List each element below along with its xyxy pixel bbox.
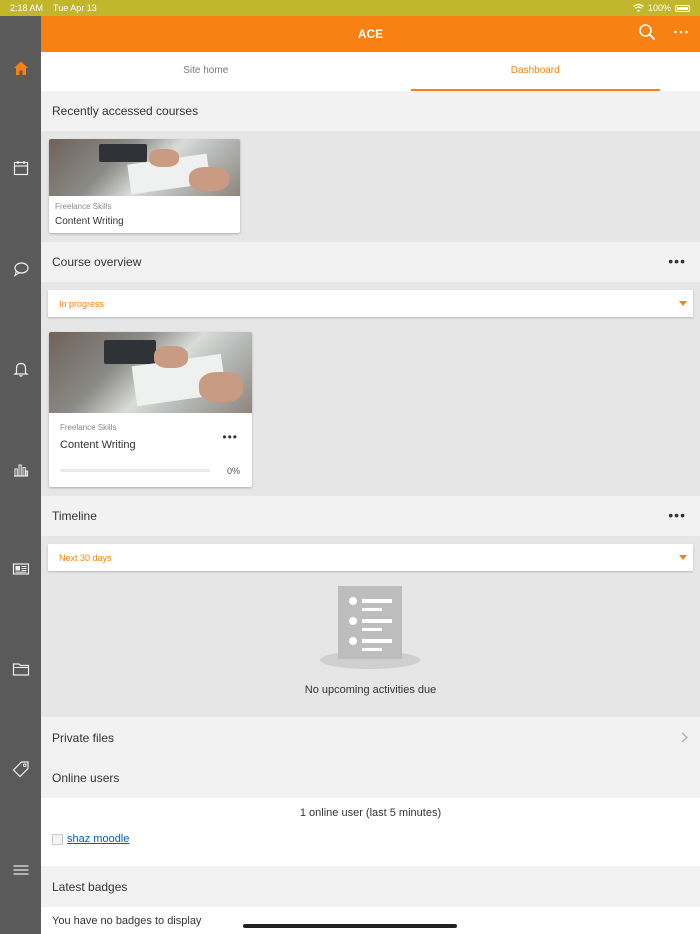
course-progress-label: 0% (226, 466, 240, 476)
course-progress-bar (60, 469, 210, 472)
bell-icon (12, 362, 29, 377)
more-options-button[interactable] (672, 23, 690, 46)
timeline-menu-button[interactable]: ••• (668, 507, 686, 523)
menu-icon (13, 865, 28, 875)
course-overview-title: Course overview (52, 255, 142, 269)
timeline-filter-value: Next 30 days (59, 552, 112, 563)
battery-percent: 100% (647, 3, 671, 13)
recent-course-card[interactable]: Freelance Skills Content Writing (49, 139, 240, 233)
online-users-summary: 1 online user (last 5 minutes) (299, 807, 442, 819)
recent-courses-header: Recently accessed courses (41, 91, 700, 131)
badges-title: Latest badges (52, 880, 128, 894)
private-files-title: Private files (52, 730, 115, 745)
empty-list-icon (320, 586, 420, 669)
rail-messages[interactable] (0, 254, 41, 284)
course-menu-button[interactable]: ••• (222, 430, 238, 444)
status-bar: 2:18 AM Tue Apr 13 100% (0, 0, 700, 16)
online-users-header: Online users (41, 758, 700, 798)
online-user-link[interactable]: shaz moodle (67, 833, 129, 845)
news-icon (12, 563, 29, 575)
course-filter-value: In progress (59, 298, 105, 309)
search-icon (639, 23, 656, 40)
course-category: Freelance Skills (60, 423, 117, 432)
caret-down-icon (679, 555, 687, 560)
course-image (49, 139, 240, 196)
overview-course-card[interactable]: Freelance Skills Content Writing ••• 0% (49, 332, 252, 487)
avatar (52, 833, 63, 845)
page-title: ACE (357, 27, 384, 41)
timeline-area: Next 30 days No upcoming activities due (41, 536, 700, 717)
more-icon (674, 30, 688, 33)
timeline-empty-message: No upcoming activities due (304, 684, 437, 696)
online-user-item: shaz moodle (52, 833, 129, 845)
course-name: Content Writing (60, 439, 136, 451)
badges-empty-message: You have no badges to display (52, 915, 202, 927)
chevron-right-icon (681, 732, 688, 743)
online-users-area: 1 online user (last 5 minutes) shaz mood… (41, 798, 700, 866)
timeline-header: Timeline ••• (41, 496, 700, 536)
course-name: Content Writing (55, 216, 124, 227)
rail-calendar[interactable] (0, 153, 41, 183)
messages-icon (13, 262, 29, 277)
timeline-filter-select[interactable]: Next 30 days (48, 544, 693, 571)
home-indicator (243, 924, 457, 928)
course-category: Freelance Skills (55, 202, 112, 211)
status-date: Tue Apr 13 (53, 3, 97, 13)
battery-icon (675, 4, 690, 12)
grades-icon (13, 464, 28, 477)
recent-courses-title: Recently accessed courses (52, 104, 199, 118)
rail-grades[interactable] (0, 454, 41, 484)
rail-news[interactable] (0, 554, 41, 584)
tab-site-home[interactable]: Site home (41, 52, 371, 91)
tab-dashboard[interactable]: Dashboard (371, 52, 700, 91)
home-icon (13, 61, 28, 75)
course-overview-area: In progress Freelance Skills Content Wri… (41, 282, 700, 496)
badges-header: Latest badges (41, 867, 700, 907)
status-right: 100% (633, 3, 690, 13)
course-overview-menu-button[interactable]: ••• (668, 253, 686, 269)
rail-files[interactable] (0, 654, 41, 684)
course-filter-select[interactable]: In progress (48, 290, 693, 317)
recent-courses-area: Freelance Skills Content Writing (41, 131, 700, 242)
tab-bar: Site home Dashboard (41, 52, 700, 91)
online-users-title: Online users (52, 771, 120, 785)
course-image (49, 332, 252, 413)
course-overview-header: Course overview ••• (41, 242, 700, 282)
tag-icon (12, 761, 29, 778)
badges-area: You have no badges to display (41, 907, 700, 934)
calendar-icon (13, 161, 28, 176)
folder-icon (12, 663, 29, 676)
dashboard-content: Recently accessed courses Freelance Skil… (41, 91, 700, 934)
wifi-icon (633, 4, 644, 12)
status-time: 2:18 AM (10, 3, 44, 13)
rail-more[interactable] (0, 855, 41, 885)
rail-home[interactable] (0, 53, 41, 83)
private-files-row[interactable]: Private files (41, 717, 700, 758)
app-header: ACE (41, 16, 700, 52)
header-actions (638, 16, 690, 52)
search-button[interactable] (638, 23, 656, 46)
rail-tags[interactable] (0, 754, 41, 784)
side-navigation (0, 16, 41, 934)
caret-down-icon (679, 301, 687, 306)
rail-notifications[interactable] (0, 354, 41, 384)
timeline-title: Timeline (52, 509, 97, 523)
